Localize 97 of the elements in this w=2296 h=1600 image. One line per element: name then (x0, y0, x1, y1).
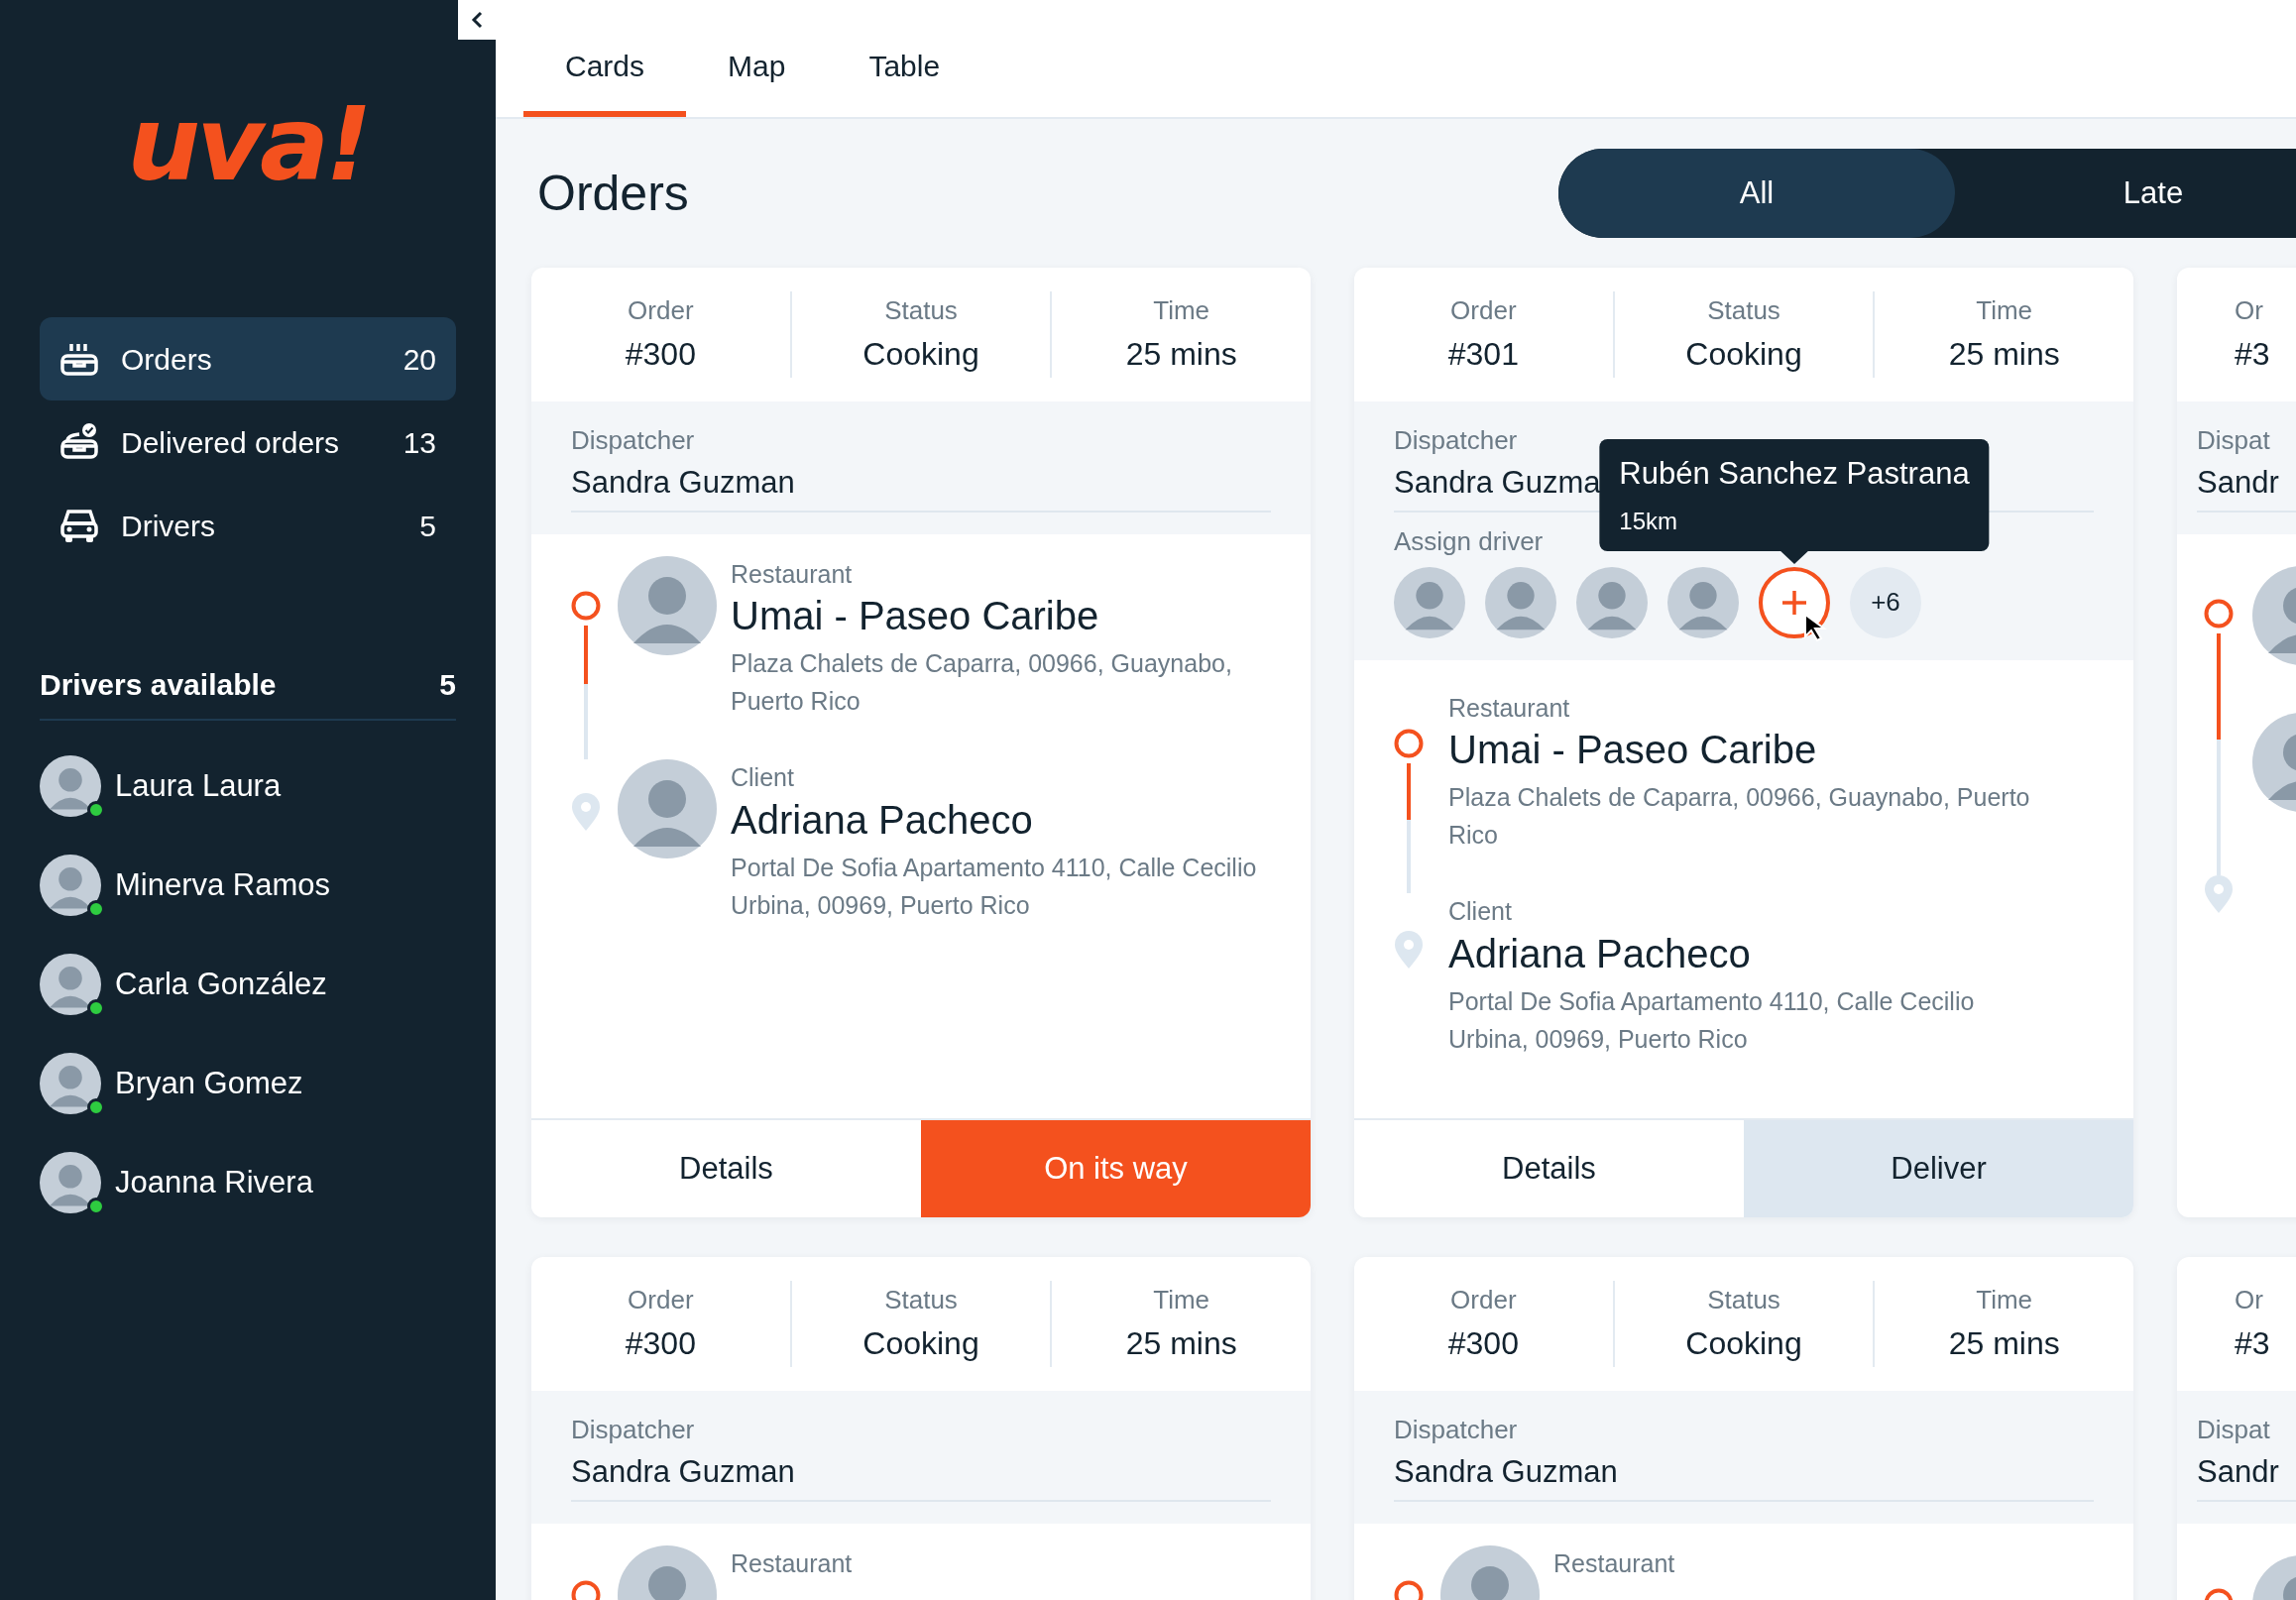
field-label: Or (2235, 294, 2264, 327)
field-value: Cooking (1684, 335, 1803, 374)
field-label: Order (627, 1284, 695, 1316)
driver-avatar[interactable] (1667, 566, 1739, 638)
field-label: Dispatcher (1394, 424, 1518, 457)
filter-option[interactable]: All (1558, 149, 1955, 238)
dispatcher-name: Sandra Guzman (571, 464, 795, 502)
driver-name[interactable]: Laura Laura (115, 762, 282, 810)
action-button[interactable]: Details (1354, 1120, 1744, 1217)
field-label: Dispatcher (1394, 1414, 1518, 1446)
field-label: Time (1152, 294, 1211, 327)
section-heading: Drivers available (40, 667, 277, 703)
stop-label: Restaurant (731, 558, 854, 590)
field-label: Dispat (2197, 424, 2270, 457)
field-label: Assign driver (1394, 524, 1544, 558)
field-value: 25 mins (1124, 1324, 1238, 1363)
driver-avatar (40, 1152, 101, 1213)
car-icon (59, 507, 99, 544)
more-drivers-button[interactable]: +6 (1850, 566, 1921, 638)
stop-label: Restaurant (731, 1547, 853, 1579)
stop-address: Portal De Sofia Apartamento 4110, Calle Cecilio Urbina, 00969, Puerto Rico (731, 852, 1258, 921)
field-label: Order (1449, 294, 1518, 327)
driver-avatar (40, 954, 101, 1015)
page-title: Orders (537, 165, 689, 223)
driver-name[interactable]: Minerva Ramos (115, 861, 331, 909)
stop-address: Plaza Chalets de Caparra, 00966, Guaynabo, Puerto Rico (731, 648, 1233, 717)
field-value: 25 mins (1947, 1324, 2061, 1363)
driver-avatar (40, 1053, 101, 1114)
dispatcher-name: Sandra Guzman (1394, 1453, 1618, 1491)
stop-label: Restaurant (1448, 692, 1571, 724)
dispatcher-name: Sandr (2197, 464, 2279, 502)
filter-option[interactable]: Late (1955, 149, 2296, 238)
field-value: #301 (1446, 335, 1520, 374)
driver-avatar (40, 855, 101, 916)
field-label: Time (1975, 1284, 2034, 1316)
field-label: Status (883, 1284, 959, 1316)
stop-name: Adriana Pacheco (731, 796, 1034, 843)
field-label: Status (883, 294, 959, 327)
food-box-check-icon (59, 423, 99, 461)
stop-label: Restaurant (1553, 1547, 1675, 1579)
driver-avatar[interactable] (1394, 566, 1465, 638)
field-label: Dispatcher (571, 1414, 695, 1446)
chevron-left-icon (469, 10, 485, 30)
nav-item[interactable]: Drivers 5 (40, 484, 456, 567)
driver-avatar (40, 755, 101, 817)
action-button[interactable]: Deliver (1744, 1120, 2133, 1217)
view-tab[interactable]: Cards (523, 0, 687, 117)
location-pin-icon (2203, 874, 2235, 915)
dispatcher-name: Sandra Guzman (571, 1453, 795, 1491)
field-value: Cooking (861, 335, 980, 374)
start-point-icon (570, 589, 602, 622)
field-value: Cooking (1684, 1324, 1803, 1363)
stop-name: Umai - Paseo Caribe (731, 593, 1100, 638)
field-value: #3 (2235, 335, 2271, 374)
view-tab[interactable]: Map (686, 0, 828, 117)
plus-icon (1780, 588, 1808, 617)
field-label: Dispatcher (571, 424, 695, 457)
view-tab[interactable]: Table (827, 0, 982, 117)
nav-item[interactable]: Delivered orders 13 (40, 400, 456, 484)
nav-item[interactable]: Orders 20 (40, 317, 456, 400)
stop-label: Client (1448, 896, 1513, 927)
field-label: Order (627, 294, 695, 327)
field-label: Status (1706, 294, 1781, 327)
field-value: Cooking (861, 1324, 980, 1363)
driver-count: 5 (439, 667, 456, 703)
field-label: Dispat (2197, 1414, 2270, 1446)
field-label: Time (1975, 294, 2034, 327)
stop-address: Plaza Chalets de Caparra, 00966, Guaynabo, Puerto Rico (1448, 782, 2031, 851)
collapse-button[interactable] (458, 0, 496, 40)
stop-address: Portal De Sofia Apartamento 4110, Calle Cecilio Urbina, 00969, Puerto Rico (1448, 985, 1976, 1055)
field-label: Or (2235, 1284, 2264, 1316)
field-label: Status (1706, 1284, 1781, 1316)
field-value: #300 (624, 1324, 697, 1363)
field-value: 25 mins (1947, 335, 2061, 374)
field-label: Order (1449, 1284, 1518, 1316)
action-button[interactable]: Details (531, 1120, 921, 1217)
dispatcher-name: Sandr (2197, 1453, 2279, 1491)
field-label: Time (1152, 1284, 1211, 1316)
field-value: 25 mins (1124, 335, 1238, 374)
stop-label: Client (731, 762, 795, 793)
field-value: #300 (624, 335, 697, 374)
driver-name[interactable]: Bryan Gomez (115, 1060, 303, 1107)
driver-name[interactable]: Joanna Rivera (115, 1159, 313, 1206)
driver-avatar[interactable] (1576, 566, 1648, 638)
field-value: #3 (2235, 1324, 2271, 1363)
start-point-icon (1393, 727, 1425, 759)
location-pin-icon (1393, 931, 1425, 971)
driver-distance: 15km (1619, 506, 1679, 536)
start-point-icon (2203, 597, 2235, 629)
stop-name: Umai - Paseo Caribe (1448, 727, 1818, 772)
driver-name: Rubén Sanchez Pastrana (1619, 455, 1970, 493)
logo: uva! (127, 92, 369, 195)
field-value: #300 (1446, 1324, 1520, 1363)
stop-name: Adriana Pacheco (1448, 930, 1752, 976)
location-pin-icon (570, 793, 602, 833)
driver-avatar[interactable] (1485, 566, 1556, 638)
driver-name[interactable]: Carla González (115, 961, 327, 1008)
